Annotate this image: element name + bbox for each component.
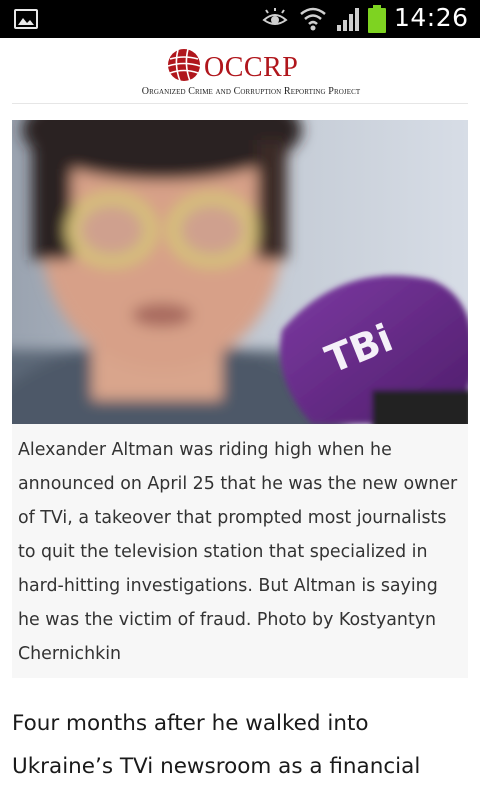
site-header: OCCRP Organized Crime and Corruption Rep… (0, 38, 480, 104)
article-body: Four months after he walked into Ukraine… (12, 702, 468, 788)
status-bar: 14:26 (0, 0, 480, 38)
gallery-notification-icon (14, 9, 38, 29)
wifi-icon (300, 7, 326, 31)
clock: 14:26 (394, 3, 469, 32)
article-photo: TBi (12, 120, 468, 424)
eye-icon (262, 8, 288, 25)
battery-icon (368, 5, 386, 33)
header-divider (12, 103, 468, 104)
caption-text: Alexander Altman was riding high when he… (18, 440, 458, 664)
occrp-globe-logo-icon[interactable] (166, 47, 204, 83)
photo-caption: Alexander Altman was riding high when he… (12, 424, 468, 678)
logo-text[interactable]: OCCRP (204, 54, 298, 82)
article-lead-paragraph: Four months after he walked into Ukraine… (12, 711, 421, 779)
logo-tagline: Organized Crime and Corruption Reporting… (141, 86, 361, 97)
signal-icon (337, 8, 359, 31)
